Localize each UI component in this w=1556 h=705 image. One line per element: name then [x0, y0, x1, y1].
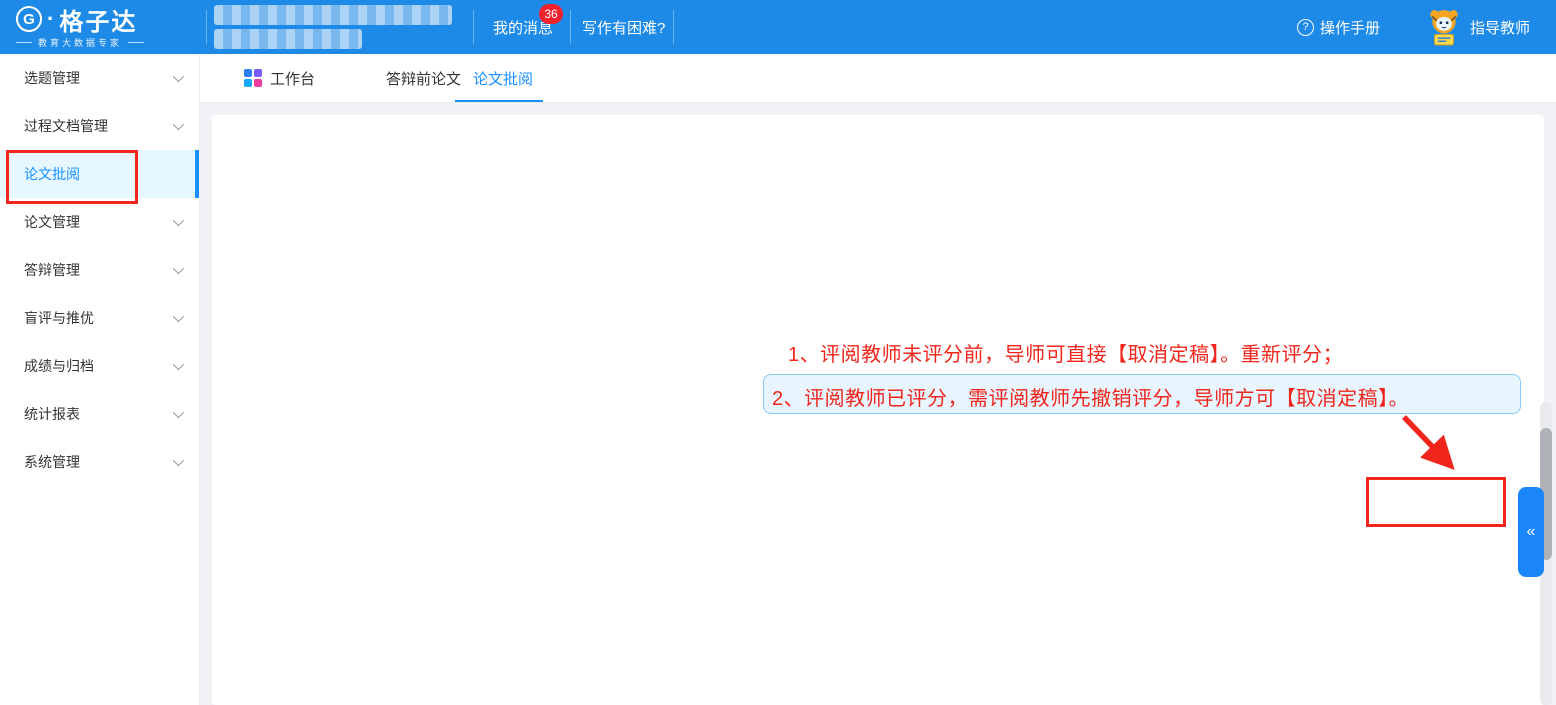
sidebar-item-blind-review[interactable]: 盲评与推优	[0, 294, 199, 342]
tab-thesis-review[interactable]: 论文批阅	[473, 54, 533, 102]
logo-tagline: 教育大数据专家	[16, 36, 196, 49]
chevron-down-icon	[173, 407, 184, 418]
chevron-down-icon	[173, 455, 184, 466]
question-circle-icon: ?	[1297, 19, 1314, 36]
user-info-blurred	[214, 5, 452, 25]
annotation-redbox-sidebar	[6, 150, 138, 204]
annotation-line1: 1、评阅教师未评分前，导师可直接【取消定稿】。重新评分；	[788, 338, 1343, 367]
user-info-blurred-2	[214, 29, 362, 49]
logo-dot: ·	[47, 6, 54, 32]
sidebar-item-system-management[interactable]: 系统管理	[0, 438, 199, 486]
active-tab-underline	[455, 100, 543, 102]
collapse-panel-tab[interactable]: «	[1518, 487, 1544, 577]
tab-bar: 工作台 答辩前论文 论文批阅	[200, 54, 1556, 103]
chevron-down-icon	[173, 215, 184, 226]
double-chevron-left-icon: «	[1527, 523, 1536, 541]
chevron-down-icon	[173, 359, 184, 370]
header-divider	[673, 10, 674, 44]
top-header: G · 格子达 教育大数据专家 我的消息 36 写作有困难? ? 操作手册	[0, 0, 1556, 54]
tab-pre-defense-thesis[interactable]: 答辩前论文	[386, 54, 461, 102]
tab-workbench[interactable]: 工作台	[244, 54, 315, 102]
workbench-grid-icon	[244, 69, 262, 87]
chevron-down-icon	[173, 263, 184, 274]
chevron-down-icon	[173, 119, 184, 130]
nav-my-messages[interactable]: 我的消息 36	[493, 0, 553, 54]
app-logo[interactable]: G · 格子达 教育大数据专家	[16, 4, 196, 50]
annotation-line2: 2、评阅教师已评分，需评阅教师先撤销评分，导师方可【取消定稿】。	[772, 382, 1409, 411]
nav-role[interactable]: 指导教师	[1426, 0, 1530, 54]
sidebar-item-grades-archive[interactable]: 成绩与归档	[0, 342, 199, 390]
header-divider	[206, 10, 207, 44]
sidebar-item-statistics[interactable]: 统计报表	[0, 390, 199, 438]
header-divider	[473, 10, 474, 44]
sidebar-item-defense-management[interactable]: 答辩管理	[0, 246, 199, 294]
chevron-down-icon	[173, 71, 184, 82]
nav-manual[interactable]: ? 操作手册	[1297, 0, 1380, 54]
sidebar-item-thesis-management[interactable]: 论文管理	[0, 198, 199, 246]
header-divider	[570, 10, 571, 44]
logo-g-icon: G	[16, 6, 42, 32]
message-count-badge: 36	[539, 4, 563, 24]
sidebar-item-topic-management[interactable]: 选题管理	[0, 54, 199, 102]
mascot-icon	[1426, 8, 1462, 46]
app-window: G · 格子达 教育大数据专家 我的消息 36 写作有困难? ? 操作手册	[0, 0, 1556, 705]
sidebar-item-process-docs[interactable]: 过程文档管理	[0, 102, 199, 150]
nav-writing-help[interactable]: 写作有困难?	[582, 0, 665, 54]
logo-title: 格子达	[59, 2, 137, 37]
annotation-redbox-cancel-final	[1366, 477, 1506, 527]
chevron-down-icon	[173, 311, 184, 322]
